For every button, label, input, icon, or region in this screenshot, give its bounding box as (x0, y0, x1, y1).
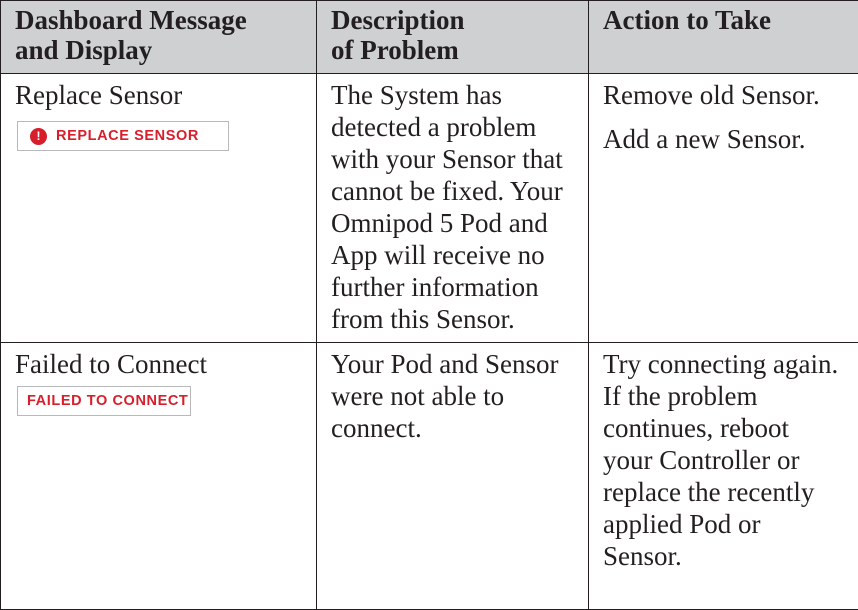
badge-text: FAILED TO CONNECT (27, 393, 189, 409)
table-row: Failed to Connect FAILED TO CONNECT Your… (0, 342, 858, 610)
header-line: Dashboard Message (15, 5, 247, 35)
header-line: Description (331, 5, 465, 35)
description-cell: Your Pod and Sensor were not able to con… (316, 342, 589, 610)
header-line: and Display (15, 35, 153, 65)
sensor-messages-table: Dashboard Message and Display Descriptio… (0, 0, 858, 610)
description-cell: The System has detected a problem with y… (316, 73, 589, 343)
message-cell: Replace Sensor ! REPLACE SENSOR (0, 73, 317, 343)
failed-to-connect-badge: FAILED TO CONNECT (17, 386, 191, 416)
message-title: Replace Sensor (15, 80, 183, 110)
action-step: Add a new Sensor. (603, 124, 806, 154)
message-cell: Failed to Connect FAILED TO CONNECT (0, 342, 317, 610)
header-description: Description of Problem (316, 0, 589, 74)
table-header-row: Dashboard Message and Display Descriptio… (0, 0, 858, 74)
badge-text: REPLACE SENSOR (56, 128, 199, 144)
action-cell: Try connecting again. If the problem con… (588, 342, 858, 610)
alert-exclamation-icon: ! (30, 127, 47, 145)
message-title: Failed to Connect (15, 349, 207, 379)
description-text: The System has detected a problem with y… (331, 80, 563, 334)
table-row: Replace Sensor ! REPLACE SENSOR The Syst… (0, 73, 858, 343)
action-cell: Remove old Sensor. Add a new Sensor. (588, 73, 858, 343)
header-action: Action to Take (588, 0, 858, 74)
action-step: Remove old Sensor. (603, 80, 820, 110)
header-line: of Problem (331, 35, 459, 65)
header-dashboard-message: Dashboard Message and Display (0, 0, 317, 74)
description-text: Your Pod and Sensor were not able to con… (331, 349, 559, 443)
action-step: Try connecting again. If the problem con… (603, 349, 839, 571)
header-line: Action to Take (603, 5, 772, 35)
replace-sensor-badge: ! REPLACE SENSOR (17, 121, 229, 151)
